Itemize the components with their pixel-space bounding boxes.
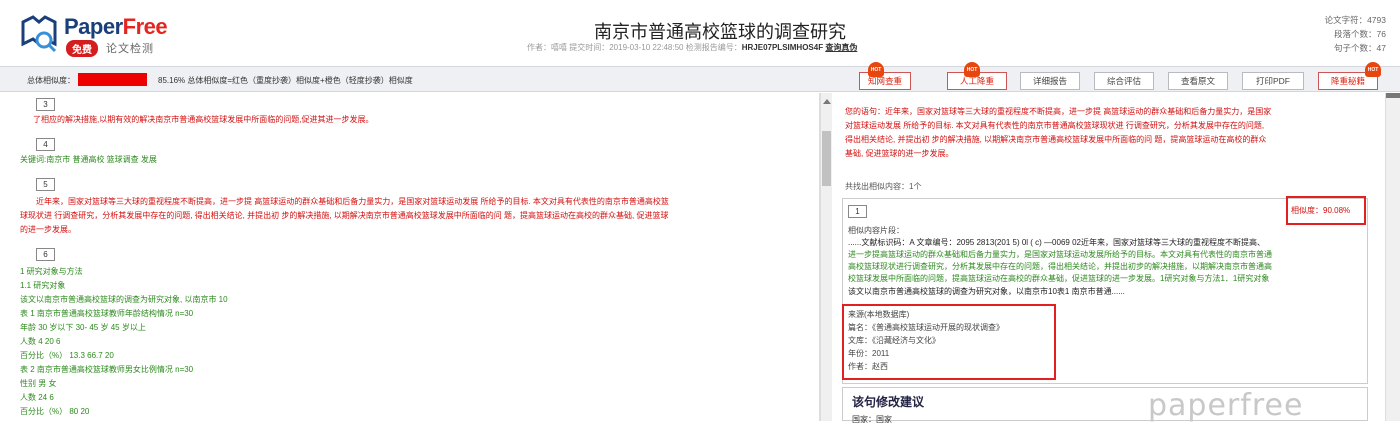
paragraph-line[interactable]: 球现状进 行调查研究，分析其发展中存在的问题, 得出相关结论, 并提出初 步的解… bbox=[20, 210, 668, 221]
paragraph-line[interactable]: 1 研究对象与方法 bbox=[20, 266, 83, 277]
paragraph-line[interactable]: 表 2 南京市普通高校篮球教师男女比例情况 n=30 bbox=[20, 364, 193, 375]
paragraph-number[interactable]: 5 bbox=[36, 178, 55, 191]
report-number: HRJE07PLSIMHOS4F bbox=[741, 43, 824, 52]
similarity-score: 相似度：90.08% bbox=[1291, 206, 1351, 215]
stat-characters: 论文字符：4793 bbox=[1324, 15, 1386, 25]
scroll-up-icon[interactable] bbox=[1386, 93, 1400, 98]
verify-link[interactable]: 查询真伪 bbox=[825, 43, 857, 52]
rewrite-tips-button[interactable]: 降重秘籍 HOT bbox=[1318, 62, 1381, 90]
your-sentence-line: 对篮球运动发展 所给予的目标. 本文对具有代表性的南京市普通高校篮球现状进 行调… bbox=[845, 121, 1265, 130]
paragraph-line[interactable]: 年龄 30 岁以下 30- 45 岁 45 岁以上 bbox=[20, 322, 146, 333]
document-scrollbar[interactable] bbox=[820, 93, 832, 421]
cnki-check-button[interactable]: 知网查重 HOT bbox=[859, 62, 911, 90]
paragraph-line[interactable]: 性别 男 女 bbox=[20, 378, 56, 389]
your-sentence-line: 得出相关结论, 并提出初 步的解决措施, 以期解决南京市普通高校篮球发展中所面临… bbox=[845, 135, 1267, 144]
free-badge: 免费 bbox=[66, 40, 98, 57]
source-title: 篇名：《普通高校篮球运动开展的现状调查》 bbox=[848, 323, 1004, 332]
report-meta: 作者：嘻嘻 提交时间：2019-03-10 22:48:50 检测报告编号：HR… bbox=[527, 43, 858, 52]
source-author: 作者：赵西 bbox=[848, 362, 888, 371]
brand-subtitle: 论文检测 bbox=[106, 43, 154, 55]
paragraph-line[interactable]: 的进一步发展。 bbox=[20, 224, 76, 235]
stat-paragraphs: 段落个数：76 bbox=[1334, 29, 1386, 39]
paragraph-text[interactable]: 了相应的解决措施,以期有效的解决南京市普通高校篮球发展中所面临的问题,促进其进一… bbox=[33, 114, 373, 125]
suggestion-text: 国家：国家 bbox=[852, 415, 892, 424]
paragraph-line[interactable]: 1.1 研究对象 bbox=[20, 280, 65, 291]
document-stats: 论文字符：4793 段落个数：76 句子个数：47 bbox=[1325, 13, 1386, 55]
header: PaperFree 免费 论文检测 南京市普通高校篮球的调查研究 作者：嘻嘻 提… bbox=[0, 0, 1400, 66]
paragraph-line[interactable]: 百分比（%） 13.3 66.7 20 bbox=[20, 350, 114, 361]
paragraph-line[interactable]: 人数 24 6 bbox=[20, 392, 54, 403]
fragment-line: 进一步提高篮球运动的群众基础和后备力量实力，是国家对篮球运动发展所给予的目标。本… bbox=[848, 250, 1272, 259]
hot-badge: HOT bbox=[1365, 62, 1381, 77]
paragraph-number[interactable]: 4 bbox=[36, 138, 55, 151]
scrollbar-thumb[interactable] bbox=[822, 131, 831, 186]
paragraph-line[interactable]: 近年来，国家对篮球等三大球的重视程度不断提高，进一步提 高篮球运动的群众基础和后… bbox=[36, 196, 669, 207]
hot-badge: HOT bbox=[868, 62, 884, 77]
brand-name: PaperFree bbox=[64, 14, 168, 39]
paragraph-line[interactable]: 百分比（%） 80 20 bbox=[20, 406, 89, 417]
similarity-bar bbox=[78, 73, 147, 86]
fragment-label: 相似内容片段： bbox=[848, 226, 904, 235]
paragraph-line[interactable]: 该文以南京市普通高校篮球的调查为研究对象, 以南京市 10 bbox=[20, 294, 228, 305]
scroll-up-icon[interactable] bbox=[823, 99, 831, 104]
toolbar: 总体相似度： 85.16% 总体相似度=红色（重度抄袭）相似度+橙色（轻度抄袭）… bbox=[0, 62, 1400, 92]
paragraph-number[interactable]: 6 bbox=[36, 248, 55, 261]
similarity-summary: 85.16% 总体相似度=红色（重度抄袭）相似度+橙色（轻度抄袭）相似度 bbox=[158, 76, 413, 85]
stat-sentences: 句子个数：47 bbox=[1334, 43, 1386, 53]
paragraph-text[interactable]: 关键词:南京市 普通高校 篮球调查 发展 bbox=[20, 154, 157, 165]
source-label: 来源(本地数据库) bbox=[848, 310, 910, 319]
your-sentence-line: 基础, 促进篮球的进一步发展。 bbox=[845, 149, 954, 158]
similarity-scrollbar[interactable] bbox=[1385, 93, 1400, 421]
source-library: 文库：《沿藏经济与文化》 bbox=[848, 336, 940, 345]
source-year: 年份：2011 bbox=[848, 349, 890, 358]
fragment-line: 高校篮球现状进行调查研究，分析其发展中存在的问题，得出相关结论，并提出初步的解决… bbox=[848, 262, 1272, 271]
paragraph-line[interactable]: 人数 4 20 6 bbox=[20, 336, 60, 347]
manual-rewrite-button[interactable]: 人工降重 HOT bbox=[947, 62, 1007, 90]
result-number: 1 bbox=[848, 205, 867, 218]
suggestion-title: 该句修改建议 bbox=[852, 395, 925, 409]
overall-evaluation-button[interactable]: 综合评估 bbox=[1094, 72, 1154, 90]
fragment-line: 该文以南京市普通高校篮球的调查为研究对象，以南京市10表1 南京市普通.....… bbox=[848, 287, 1125, 296]
view-original-button[interactable]: 查看原文 bbox=[1168, 72, 1228, 90]
paperfree-logo-icon bbox=[21, 15, 57, 53]
paperfree-watermark: paperfree bbox=[1148, 388, 1304, 423]
your-sentence-line: 您的语句：近年来，国家对篮球等三大球的重视程度不断提高，进一步提 高篮球运动的群… bbox=[845, 107, 1272, 116]
paragraph-line[interactable]: 表 1 南京市普通高校篮球教师年龄结构情况 n=30 bbox=[20, 308, 193, 319]
print-pdf-button[interactable]: 打印PDF bbox=[1242, 72, 1304, 90]
fragment-line: ......文献标识码：A 文章编号：2095 2813(201 5) 0l (… bbox=[848, 238, 1265, 247]
similarity-label: 总体相似度： bbox=[27, 76, 75, 85]
paragraph-number[interactable]: 3 bbox=[36, 98, 55, 111]
fragment-line: 校篮球发展中所面临的问题，提高篮球运动在高校的群众基础，促进篮球的进一步发展。1… bbox=[848, 274, 1270, 283]
detailed-report-button[interactable]: 详细报告 bbox=[1020, 72, 1080, 90]
hot-badge: HOT bbox=[964, 62, 980, 77]
found-count: 共找出相似内容：1个 bbox=[845, 182, 922, 191]
page-title: 南京市普通高校篮球的调查研究 bbox=[594, 22, 846, 42]
